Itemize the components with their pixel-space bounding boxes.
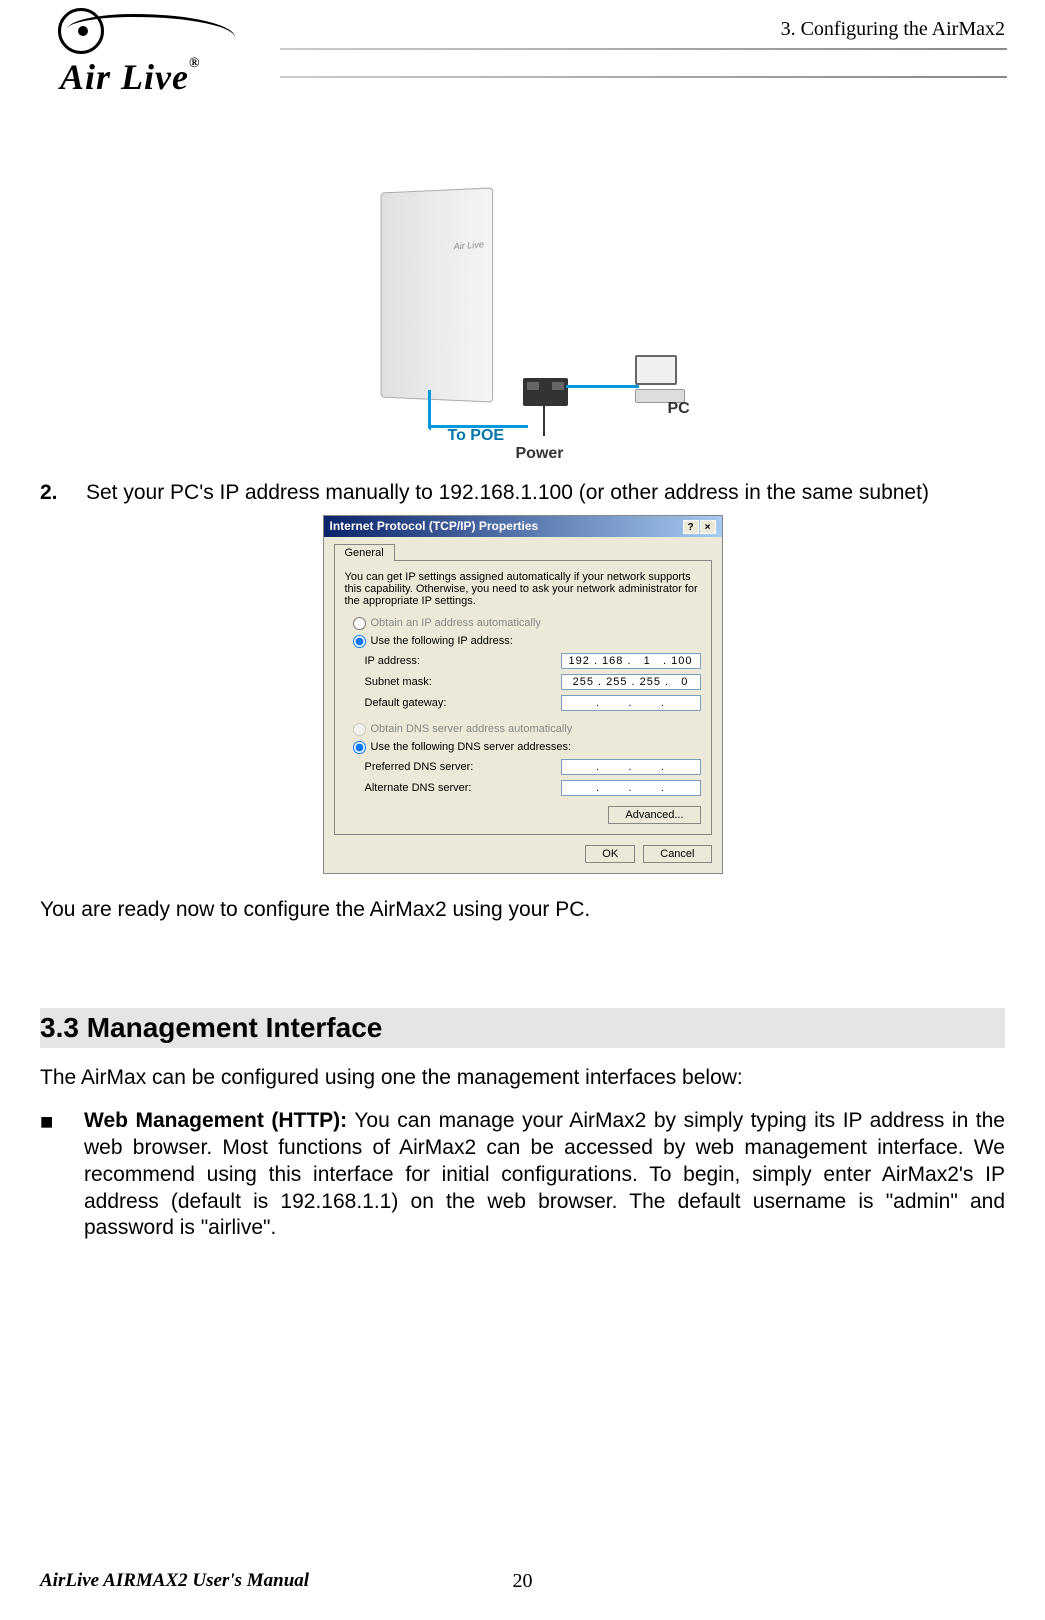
ethernet-cable-icon xyxy=(428,390,431,430)
obtain-ip-auto-radio[interactable] xyxy=(353,617,366,630)
logo-text: Air Live® xyxy=(60,56,200,98)
page-header: Air Live® 3. Configuring the AirMax2 xyxy=(0,0,1045,120)
poe-injector-icon xyxy=(523,378,568,406)
to-poe-label: To POE xyxy=(448,427,505,445)
device-brand-label: Air Live xyxy=(453,239,484,251)
step-text: Set your PC's IP address manually to 192… xyxy=(86,480,1005,507)
power-cable-icon xyxy=(543,406,545,436)
obtain-dns-auto-radio[interactable] xyxy=(353,723,366,736)
use-following-dns-radio[interactable] xyxy=(353,741,366,754)
ready-paragraph: You are ready now to configure the AirMa… xyxy=(40,898,1005,922)
preferred-dns-label: Preferred DNS server: xyxy=(365,761,561,773)
page-number: 20 xyxy=(513,1570,533,1593)
use-following-ip-label: Use the following IP address: xyxy=(371,635,701,647)
brand-logo: Air Live® xyxy=(30,8,250,58)
footer-manual-title: AirLive AIRMAX2 User's Manual xyxy=(40,1570,309,1592)
use-following-dns-label: Use the following DNS server addresses: xyxy=(371,741,701,753)
bullet-web-management: ■ Web Management (HTTP): You can manage … xyxy=(40,1108,1005,1242)
obtain-dns-auto-label: Obtain DNS server address automatically xyxy=(371,723,701,735)
power-label: Power xyxy=(516,445,564,463)
logo-graphic xyxy=(30,8,250,58)
alternate-dns-field[interactable] xyxy=(561,780,701,796)
tcpip-properties-dialog: Internet Protocol (TCP/IP) Properties ?×… xyxy=(323,515,723,874)
airmax-device-icon: Air Live xyxy=(380,187,493,402)
chapter-label: 3. Configuring the AirMax2 xyxy=(781,18,1005,41)
logo-word: Air Live xyxy=(60,57,189,97)
ethernet-cable-icon xyxy=(566,385,639,388)
help-button[interactable]: ? xyxy=(683,520,699,534)
alternate-dns-label: Alternate DNS server: xyxy=(365,782,561,794)
obtain-ip-auto-label: Obtain an IP address automatically xyxy=(371,617,701,629)
subnet-mask-field[interactable] xyxy=(561,674,701,690)
step-number: 2. xyxy=(40,480,86,507)
section-heading: 3.3 Management Interface xyxy=(40,1008,1005,1048)
advanced-button[interactable]: Advanced... xyxy=(608,806,700,824)
bullet-label: Web Management (HTTP): xyxy=(84,1109,347,1132)
use-following-ip-radio[interactable] xyxy=(353,635,366,648)
ip-address-field[interactable] xyxy=(561,653,701,669)
tab-general[interactable]: General xyxy=(334,544,395,561)
dialog-intro-text: You can get IP settings assigned automat… xyxy=(345,571,701,607)
header-rule-top xyxy=(280,48,1007,50)
default-gateway-field[interactable] xyxy=(561,695,701,711)
preferred-dns-field[interactable] xyxy=(561,759,701,775)
ip-address-label: IP address: xyxy=(365,655,561,667)
bullet-icon: ■ xyxy=(40,1108,84,1242)
page-footer: AirLive AIRMAX2 User's Manual 20 xyxy=(40,1570,1005,1592)
connection-diagram: Air Live To POE Power PC xyxy=(40,190,1005,470)
bullet-text: Web Management (HTTP): You can manage yo… xyxy=(84,1108,1005,1242)
subnet-mask-label: Subnet mask: xyxy=(365,676,561,688)
dialog-title: Internet Protocol (TCP/IP) Properties xyxy=(330,519,539,534)
cancel-button[interactable]: Cancel xyxy=(643,845,711,863)
close-button[interactable]: × xyxy=(700,520,716,534)
ok-button[interactable]: OK xyxy=(585,845,635,863)
default-gateway-label: Default gateway: xyxy=(365,697,561,709)
section-intro: The AirMax can be configured using one t… xyxy=(40,1066,1005,1090)
tcpip-dialog-figure: Internet Protocol (TCP/IP) Properties ?×… xyxy=(40,515,1005,874)
step-2: 2. Set your PC's IP address manually to … xyxy=(40,480,1005,507)
pc-label: PC xyxy=(668,400,690,418)
header-rule-bottom xyxy=(280,76,1007,78)
pc-icon xyxy=(635,355,690,405)
registered-icon: ® xyxy=(189,56,200,71)
dialog-titlebar: Internet Protocol (TCP/IP) Properties ?× xyxy=(324,516,722,537)
